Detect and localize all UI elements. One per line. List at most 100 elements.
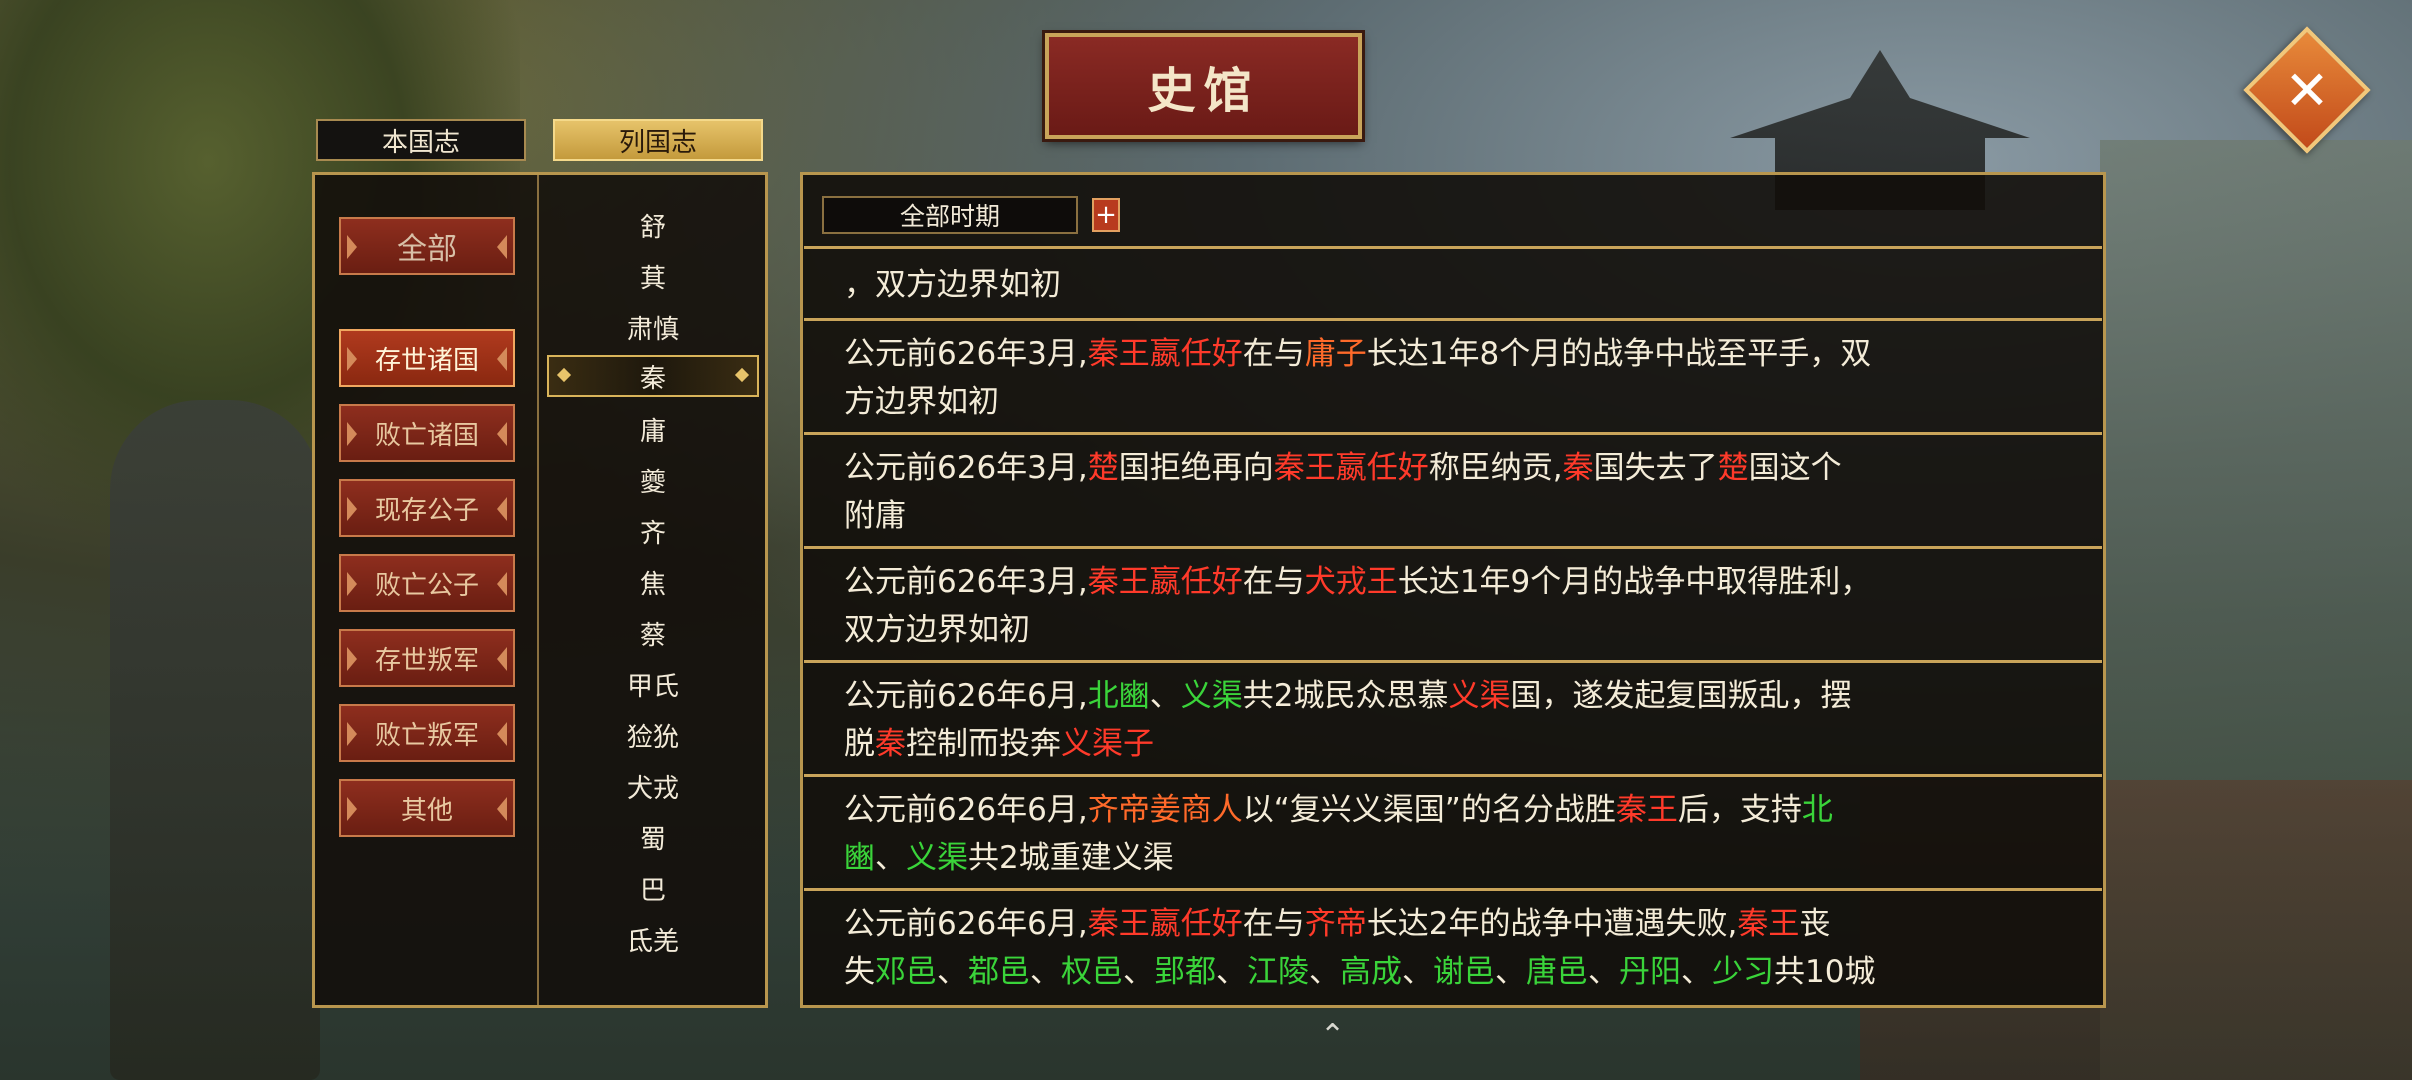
tab-home-annals[interactable]: 本国志 xyxy=(316,119,526,161)
history-entry: 公元前626年6月,北豳、义渠共2城民众思慕义渠国，遂发起复国叛乱，摆 脱秦控制而… xyxy=(804,660,2102,774)
page-title: 史馆 xyxy=(1147,63,1260,119)
history-entry-line: 公元前626年3月,秦王嬴任好在与犬戎王长达1年9个月的战争中取得胜利， xyxy=(844,558,2076,606)
history-entry: 公元前626年3月,秦王嬴任好在与庸子长达1年8个月的战争中战至平手，双方边界如… xyxy=(804,318,2102,432)
category-all-button[interactable]: 全部 xyxy=(339,217,515,275)
highlight-text: 齐帝姜商人 xyxy=(1087,792,1243,828)
nation-item[interactable]: 蜀 xyxy=(547,816,759,858)
highlight-text: 郢都 xyxy=(1154,954,1216,990)
highlight-text: 北豳 xyxy=(1087,678,1150,714)
diamond-left-icon xyxy=(556,367,572,383)
entry-text: 在与 xyxy=(1242,336,1305,372)
category-existing-rebels-button[interactable]: 存世叛军 xyxy=(339,629,515,687)
entry-text: 、 xyxy=(1681,954,1712,990)
nation-item[interactable]: 蔡 xyxy=(547,612,759,654)
entry-text: 国这个 xyxy=(1748,450,1842,486)
highlight-text: 少习 xyxy=(1712,954,1774,990)
highlight-text: 秦王嬴任好 xyxy=(1273,450,1429,486)
entry-text: 国失去了 xyxy=(1593,450,1718,486)
highlight-text: 秦王嬴任好 xyxy=(1087,906,1243,942)
entry-text: 长达1年8个月的战争中战至平手，双 xyxy=(1366,336,1872,372)
history-entry-line: 双方边界如初 xyxy=(844,606,2076,654)
category-existing-states-button[interactable]: 存世诸国 xyxy=(339,329,515,387)
category-fallen-princes-button[interactable]: 败亡公子 xyxy=(339,554,515,612)
entry-text: 国拒绝再向 xyxy=(1118,450,1274,486)
entry-text: 公元前626年6月, xyxy=(844,678,1088,714)
history-entry-line: ，双方边界如初 xyxy=(844,261,2076,309)
highlight-text: 齐帝 xyxy=(1304,906,1367,942)
highlight-text: 丹阳 xyxy=(1619,954,1681,990)
highlight-text: 楚 xyxy=(1717,450,1749,486)
entry-text: 丧 xyxy=(1799,906,1831,942)
entry-text: 国，遂发起复国叛乱，摆 xyxy=(1510,678,1852,714)
tab-all-nations-annals[interactable]: 列国志 xyxy=(553,119,763,161)
nation-item[interactable]: 犬戎 xyxy=(547,765,759,807)
highlight-text: 秦 xyxy=(875,726,906,762)
category-other-button[interactable]: 其他 xyxy=(339,779,515,837)
highlight-text: 唐邑 xyxy=(1526,954,1588,990)
entry-text: 、 xyxy=(1030,954,1061,990)
panel-divider xyxy=(537,175,539,1005)
entry-text: 在与 xyxy=(1242,564,1305,600)
nation-item[interactable]: 甲氏 xyxy=(547,663,759,705)
nation-item[interactable]: 齐 xyxy=(547,510,759,552)
history-entry: 公元前626年6月,秦王嬴任好在与齐帝长达2年的战争中遭遇失败,秦王丧 失邓邑、鄀… xyxy=(804,888,2102,1002)
entry-text: 共2城重建义渠 xyxy=(968,840,1174,876)
entry-text: 称臣纳贡, xyxy=(1428,450,1563,486)
entry-text: 公元前626年6月, xyxy=(844,906,1088,942)
entry-text: 长达1年9个月的战争中取得胜利， xyxy=(1397,564,1872,600)
nation-item-selected[interactable]: 秦 xyxy=(547,355,759,397)
nation-item[interactable]: 萁 xyxy=(547,255,759,297)
entry-text: 脱 xyxy=(844,726,875,762)
nation-item[interactable]: 焦 xyxy=(547,561,759,603)
entry-text: 附庸 xyxy=(844,498,906,534)
highlight-text: 谢邑 xyxy=(1433,954,1495,990)
highlight-text: 豳 xyxy=(844,840,875,876)
entry-text: 公元前626年3月, xyxy=(844,336,1088,372)
nation-item[interactable]: 巴 xyxy=(547,867,759,909)
highlight-text: 义渠 xyxy=(1180,678,1243,714)
entry-text: 在与 xyxy=(1242,906,1305,942)
highlight-text: 秦王 xyxy=(1615,792,1678,828)
history-entry-line: 附庸 xyxy=(844,492,2076,540)
period-filter-select[interactable]: 全部时期 xyxy=(822,196,1078,234)
highlight-text: 义渠 xyxy=(906,840,968,876)
nation-item-label: 秦 xyxy=(639,363,666,394)
nation-item[interactable]: 肃慎 xyxy=(547,306,759,348)
nation-item[interactable]: 夔 xyxy=(547,459,759,501)
title-plate: 史馆 xyxy=(1045,33,1362,139)
nation-item[interactable]: 庸 xyxy=(547,408,759,450)
entry-text: 、 xyxy=(1588,954,1619,990)
history-entry-line: 失邓邑、鄀邑、权邑、郢都、江陵、高成、谢邑、唐邑、丹阳、少习共10城 xyxy=(844,948,2076,996)
highlight-text: 庸子 xyxy=(1304,336,1367,372)
history-entry: 公元前626年3月,楚国拒绝再向秦王嬴任好称臣纳贡,秦国失去了楚国这个 附庸 xyxy=(804,432,2102,546)
entry-text: 、 xyxy=(1309,954,1340,990)
entry-text: 公元前626年3月, xyxy=(844,450,1088,486)
history-entry-line: 方边界如初 xyxy=(844,378,2076,426)
history-entry: ，双方边界如初 xyxy=(804,246,2102,318)
entry-text: 、 xyxy=(1495,954,1526,990)
nation-item[interactable]: 猃狁 xyxy=(547,714,759,756)
close-icon[interactable]: ✕ xyxy=(2262,45,2352,135)
history-entry-line: 公元前626年6月,秦王嬴任好在与齐帝长达2年的战争中遭遇失败,秦王丧 xyxy=(844,900,2076,948)
nation-item[interactable]: 氐羌 xyxy=(547,918,759,960)
highlight-text: 北 xyxy=(1801,792,1833,828)
period-expand-button[interactable]: + xyxy=(1092,198,1120,232)
entry-text: 、 xyxy=(1149,678,1181,714)
history-entry-line: 公元前626年6月,北豳、义渠共2城民众思慕义渠国，遂发起复国叛乱，摆 xyxy=(844,672,2076,720)
chevron-up-icon: ⌃ xyxy=(1320,1018,1346,1053)
nation-item[interactable]: 舒 xyxy=(547,204,759,246)
category-fallen-states-button[interactable]: 败亡诸国 xyxy=(339,404,515,462)
highlight-text: 犬戎王 xyxy=(1304,564,1398,600)
entry-text: 方边界如初 xyxy=(844,384,999,420)
background-character xyxy=(110,400,320,1080)
history-entry-line: 豳、义渠共2城重建义渠 xyxy=(844,834,2076,882)
category-fallen-rebels-button[interactable]: 败亡叛军 xyxy=(339,704,515,762)
history-entry-line: 公元前626年3月,秦王嬴任好在与庸子长达1年8个月的战争中战至平手，双 xyxy=(844,330,2076,378)
history-entry: 公元前626年3月,秦王嬴任好在与犬戎王长达1年9个月的战争中取得胜利， 双方边界… xyxy=(804,546,2102,660)
category-living-princes-button[interactable]: 现存公子 xyxy=(339,479,515,537)
entry-text: 以“复兴义渠国”的名分战胜 xyxy=(1242,792,1616,828)
entry-text: 、 xyxy=(1216,954,1247,990)
diamond-right-icon xyxy=(734,367,750,383)
highlight-text: 鄀邑 xyxy=(968,954,1030,990)
highlight-text: 江陵 xyxy=(1247,954,1309,990)
